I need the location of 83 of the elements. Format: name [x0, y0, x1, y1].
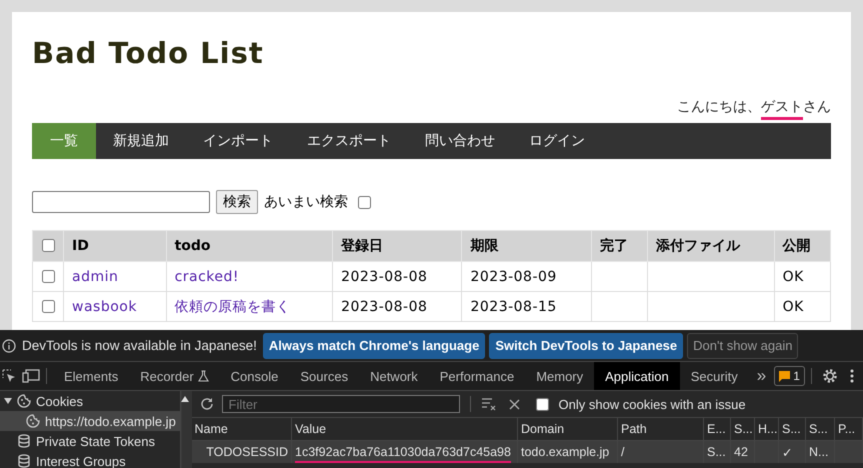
devtools-tab[interactable]: Security — [680, 362, 749, 390]
nav-tab[interactable]: 問い合わせ — [408, 123, 512, 159]
column-header: Path — [621, 422, 647, 436]
cookie-cell: 42 — [734, 445, 748, 459]
table-cell: 2023-08-15 — [470, 298, 557, 314]
info-message: DevTools is now available in Japanese! — [22, 338, 257, 353]
database-icon — [17, 454, 31, 468]
table-cell: 2023-08-08 — [341, 268, 428, 284]
column-header: S... — [782, 422, 801, 436]
column-header: 公開 — [782, 238, 811, 254]
devtools-tab[interactable]: Console — [220, 362, 290, 390]
fuzzy-search-checkbox[interactable] — [358, 196, 371, 208]
cookie-cell: S... — [707, 445, 726, 459]
devtools-tab[interactable]: Network — [359, 362, 429, 390]
column-header: todo — [174, 238, 211, 254]
infobar-button[interactable]: Switch DevTools to Japanese — [489, 332, 684, 358]
row-checkbox[interactable] — [42, 300, 55, 312]
cookie-cell: N... — [809, 445, 828, 459]
devtools-tab[interactable]: Application — [594, 362, 680, 390]
nav-tab[interactable]: 一覧 — [32, 123, 96, 159]
cookie-icon — [26, 414, 40, 428]
fuzzy-search-label: あいまい検索 — [264, 193, 348, 211]
column-header: 添付ファイル — [656, 238, 740, 254]
table-cell: 2023-08-08 — [341, 298, 428, 314]
nav-tab[interactable]: インポート — [186, 123, 290, 159]
table-cell: 2023-08-09 — [470, 268, 557, 284]
table-cell: OK — [782, 298, 804, 314]
close-icon[interactable] — [508, 398, 520, 410]
column-header: 完了 — [600, 238, 628, 254]
device-icon[interactable] — [22, 369, 40, 383]
column-header: S... — [734, 422, 753, 436]
nav-tab[interactable]: エクスポート — [290, 123, 408, 159]
filter-field[interactable]: Filter — [222, 395, 460, 413]
sidebar-item[interactable]: Cookies — [0, 391, 180, 411]
devtools-tab[interactable]: Memory — [525, 362, 594, 390]
column-header: Name — [194, 422, 228, 436]
issue-filter-label: Only show cookies with an issue — [558, 396, 746, 412]
cookie-icon — [17, 394, 31, 408]
devtools-tab[interactable]: Sources — [289, 362, 360, 390]
column-header: 期限 — [470, 238, 498, 254]
search-button[interactable]: 検索 — [216, 190, 258, 214]
more-options-icon[interactable] — [850, 369, 854, 383]
search-field[interactable] — [32, 191, 210, 213]
nav-tab[interactable]: 新規追加 — [96, 123, 186, 159]
info-icon — [2, 338, 16, 352]
infobar-button[interactable]: Don't show again — [687, 332, 798, 358]
more-tabs-button[interactable]: » — [756, 366, 766, 386]
issue-filter-checkbox[interactable] — [536, 398, 548, 410]
devtools-tab[interactable]: Performance — [428, 362, 526, 390]
inspect-icon[interactable] — [2, 369, 16, 383]
scroll-up-arrow-icon[interactable] — [180, 396, 189, 402]
flask-icon — [198, 370, 209, 382]
devtools-tab[interactable]: Elements — [53, 362, 130, 390]
cookie-cell: ✓ — [782, 446, 793, 460]
sidebar-item[interactable]: Interest Groups — [0, 451, 180, 468]
column-header: ID — [72, 238, 89, 254]
cookie-cell: / — [621, 445, 624, 459]
column-header: 登録日 — [341, 238, 384, 254]
row-checkbox[interactable] — [42, 270, 55, 282]
refresh-icon[interactable] — [200, 397, 214, 411]
database-icon — [17, 434, 31, 448]
column-header: E... — [707, 422, 726, 436]
sidebar-item[interactable]: Private State Tokens — [0, 431, 180, 451]
select-all-checkbox[interactable] — [42, 239, 55, 252]
column-header: S... — [809, 422, 828, 436]
cookie-cell: TODOSESSID — [206, 445, 288, 459]
cookie-cell: 1c3f92ac7ba76a11030da763d7c45a98 — [295, 445, 511, 463]
column-header: P... — [838, 422, 856, 436]
expanded-arrow-icon[interactable] — [4, 397, 12, 405]
message-icon — [779, 370, 790, 382]
cookie-cell: todo.example.jp — [521, 445, 610, 459]
table-cell: OK — [782, 268, 804, 284]
column-header: Domain — [521, 422, 564, 436]
sidebar-item[interactable]: https://todo.example.jp — [0, 411, 180, 431]
issues-badge[interactable]: 1 — [774, 366, 805, 386]
column-header: H... — [758, 422, 778, 436]
clear-filtered-icon[interactable] — [480, 397, 496, 411]
settings-icon[interactable] — [822, 368, 838, 384]
nav-tab[interactable]: ログイン — [512, 123, 602, 159]
devtools-tab[interactable]: Recorder — [129, 362, 220, 390]
infobar-button[interactable]: Always match Chrome's language — [262, 332, 486, 358]
column-header: Value — [295, 422, 326, 436]
page-title: Bad Todo List — [32, 35, 264, 69]
